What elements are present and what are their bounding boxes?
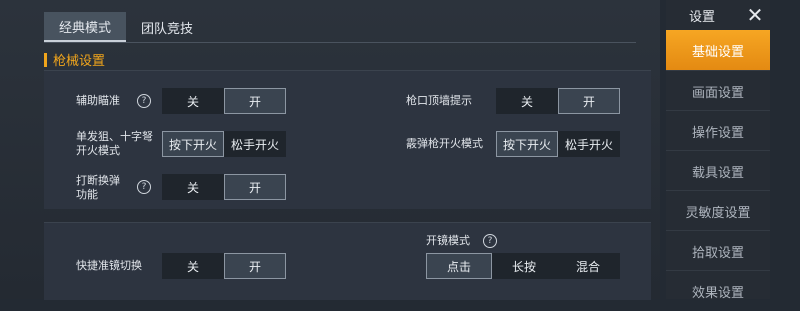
aim-assist-off-option[interactable]: 关 (162, 88, 224, 114)
section-title: 枪械设置 (53, 54, 106, 69)
sniper-fire-mode-toggle: 按下开火 松手开火 (162, 131, 286, 157)
interrupt-reload-label: 打断换弹 功能 (76, 174, 120, 201)
scope-mode-mixed-option[interactable]: 混合 (556, 253, 620, 279)
aim-assist-label: 辅助瞄准 (76, 94, 120, 107)
sidebar-item-effects[interactable]: 效果设置 (666, 270, 770, 311)
interrupt-reload-toggle: 关 开 (162, 174, 286, 200)
sniper-press-fire-option[interactable]: 按下开火 (162, 131, 224, 157)
muzzle-hint-off-option[interactable]: 关 (496, 88, 558, 114)
sniper-release-fire-option[interactable]: 松手开火 (224, 131, 286, 157)
sidebar-title: 设置 (688, 9, 715, 25)
aim-assist-toggle: 关 开 (162, 88, 286, 114)
sidebar-item-graphics[interactable]: 画面设置 (666, 70, 770, 111)
shotgun-fire-mode-toggle: 按下开火 松手开火 (496, 131, 620, 157)
section-header: 枪械设置 (44, 50, 105, 69)
sidebar-item-controls[interactable]: 操作设置 (666, 110, 770, 151)
scope-mode-label: 开镜模式 (426, 234, 470, 247)
sniper-fire-mode-label: 单发狙、十字弩 开火模式 (76, 130, 153, 157)
interrupt-reload-on-option[interactable]: 开 (224, 174, 286, 200)
aim-assist-on-option[interactable]: 开 (224, 88, 286, 114)
scope-mode-hold-option[interactable]: 长按 (492, 253, 556, 279)
tab-classic-mode[interactable]: 经典模式 (44, 12, 126, 42)
muzzle-hint-on-option[interactable]: 开 (558, 88, 620, 114)
tab-divider (44, 42, 636, 43)
muzzle-hint-label: 枪口顶墙提示 (406, 94, 472, 107)
quick-scope-switch-label: 快捷准镜切换 (76, 259, 142, 272)
scope-mode-selector: 点击 长按 混合 (426, 253, 620, 279)
quick-scope-switch-toggle: 关 开 (162, 253, 286, 279)
shotgun-fire-mode-label: 霰弹枪开火模式 (406, 137, 483, 150)
mode-tabs: 经典模式 团队竞技 (44, 12, 208, 42)
quick-scope-on-option[interactable]: 开 (224, 253, 286, 279)
sidebar-item-vehicle[interactable]: 载具设置 (666, 150, 770, 191)
scope-mode-help-icon[interactable]: ? (483, 234, 497, 248)
shotgun-release-fire-option[interactable]: 松手开火 (558, 131, 620, 157)
close-icon[interactable]: ✕ (742, 2, 768, 28)
shotgun-press-fire-option[interactable]: 按下开火 (496, 131, 558, 157)
sidebar-item-basic[interactable]: 基础设置 (666, 30, 770, 70)
scope-mode-tap-option[interactable]: 点击 (426, 253, 492, 279)
section-accent-bar (44, 52, 47, 67)
aim-assist-help-icon[interactable]: ? (137, 94, 151, 108)
interrupt-reload-off-option[interactable]: 关 (162, 174, 224, 200)
muzzle-hint-toggle: 关 开 (496, 88, 620, 114)
quick-scope-off-option[interactable]: 关 (162, 253, 224, 279)
sidebar-item-pickup[interactable]: 拾取设置 (666, 230, 770, 271)
sidebar-item-sensitivity[interactable]: 灵敏度设置 (666, 190, 770, 231)
tab-team-deathmatch[interactable]: 团队竞技 (126, 12, 208, 42)
interrupt-reload-help-icon[interactable]: ? (137, 180, 151, 194)
